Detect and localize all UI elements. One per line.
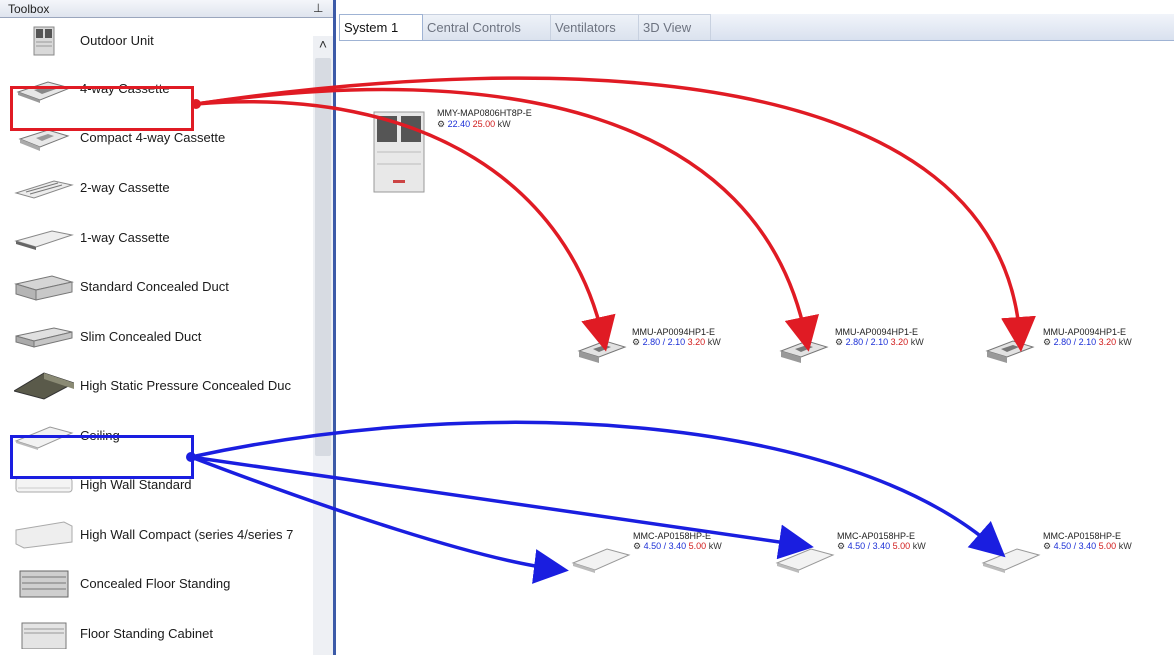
toolbox-header: Toolbox ⊥ (0, 0, 333, 18)
floor-concealed-icon (19, 570, 69, 598)
ceiling-unit-node[interactable]: MMC-AP0158HP-E ⚙ 4.50 / 3.40 5.00 kW (571, 531, 751, 576)
capacity-icon: ⚙ (437, 119, 448, 129)
tab-bar: System 1 Central Controls Ventilators 3D… (339, 14, 1174, 41)
tab-ventilators[interactable]: Ventilators (551, 14, 639, 40)
unit-capacity: ⚙ 2.80 / 2.10 3.20 kW (632, 337, 721, 347)
cassette-unit-node[interactable]: MMU-AP0094HP1-E ⚙ 2.80 / 2.10 3.20 kW (577, 327, 747, 367)
unit-capacity: ⚙ 4.50 / 3.40 5.00 kW (633, 541, 722, 551)
one-way-cassette-icon (14, 230, 74, 250)
standard-duct-icon (14, 275, 74, 301)
outdoor-unit-icon (373, 111, 425, 193)
toolbox-title: Toolbox (8, 2, 50, 16)
toolbox-item-label: High Static Pressure Concealed Duc (80, 378, 291, 393)
toolbox-item-high-wall-compact[interactable]: High Wall Compact (series 4/series 7 (6, 512, 311, 558)
four-way-cassette-icon (985, 340, 1035, 363)
unit-capacity: ⚙ 2.80 / 2.10 3.20 kW (835, 337, 924, 347)
unit-model: MMU-AP0094HP1-E (1043, 327, 1127, 337)
highlight-ceiling (10, 435, 194, 479)
ceiling-unit-icon (981, 548, 1041, 573)
toolbox-item-label: Slim Concealed Duct (80, 329, 202, 344)
unit-model: MMC-AP0158HP-E (837, 531, 916, 541)
unit-model: MMU-AP0094HP1-E (835, 327, 919, 337)
four-way-cassette-icon (779, 340, 829, 363)
toolbox-item-label: Outdoor Unit (80, 33, 154, 48)
slim-duct-icon (15, 327, 73, 348)
unit-model: MMC-AP0158HP-E (1043, 531, 1122, 541)
high-static-duct-icon (14, 372, 74, 400)
unit-capacity: ⚙ 22.40 25.00 kW (437, 119, 511, 129)
unit-model: MMY-MAP0806HT8P-E (437, 108, 532, 118)
unit-model: MMU-AP0094HP1-E (632, 327, 716, 337)
toolbox-item-label: Floor Standing Cabinet (80, 626, 213, 641)
toolbox-item-slim-concealed-duct[interactable]: Slim Concealed Duct (6, 314, 311, 360)
cassette-unit-node[interactable]: MMU-AP0094HP1-E ⚙ 2.80 / 2.10 3.20 kW (985, 327, 1155, 367)
ceiling-unit-node[interactable]: MMC-AP0158HP-E ⚙ 4.50 / 3.40 5.00 kW (775, 531, 955, 576)
four-way-cassette-icon (577, 340, 627, 363)
scroll-up-arrow-icon[interactable]: ˄ (313, 36, 333, 58)
toolbox-item-label: Standard Concealed Duct (80, 279, 229, 294)
unit-capacity: ⚙ 4.50 / 3.40 5.00 kW (1043, 541, 1132, 551)
two-way-cassette-icon (14, 180, 74, 199)
toolbox-item-label: High Wall Standard (80, 477, 192, 492)
ceiling-unit-icon (775, 548, 835, 573)
toolbox-item-concealed-floor-standing[interactable]: Concealed Floor Standing (6, 561, 311, 607)
unit-capacity: ⚙ 2.80 / 2.10 3.20 kW (1043, 337, 1132, 347)
toolbox-item-outdoor-unit[interactable]: Outdoor Unit (6, 18, 311, 64)
unit-model: MMC-AP0158HP-E (633, 531, 712, 541)
toolbox-item-label: Compact 4-way Cassette (80, 130, 226, 145)
capacity-icon: ⚙ (632, 337, 643, 347)
toolbox-item-standard-concealed-duct[interactable]: Standard Concealed Duct (6, 264, 311, 310)
capacity-icon: ⚙ (1043, 541, 1054, 551)
toolbox-item-1-way-cassette[interactable]: 1-way Cassette (6, 215, 311, 261)
toolbox-item-label: High Wall Compact (series 4/series 7 (80, 527, 294, 542)
toolbox-item-label: 2-way Cassette (80, 180, 170, 195)
toolbox-panel: Toolbox ⊥ Outdoor Unit 4-way Cassette Co… (0, 0, 336, 655)
capacity-icon: ⚙ (835, 337, 846, 347)
pin-icon[interactable]: ⊥ (313, 1, 323, 15)
capacity-icon: ⚙ (633, 541, 644, 551)
cassette-unit-node[interactable]: MMU-AP0094HP1-E ⚙ 2.80 / 2.10 3.20 kW (779, 327, 949, 367)
ceiling-unit-node[interactable]: MMC-AP0158HP-E ⚙ 4.50 / 3.40 5.00 kW (981, 531, 1161, 576)
outdoor-unit-node[interactable]: MMY-MAP0806HT8P-E ⚙ 22.40 25.00 kW (369, 104, 629, 194)
toolbox-item-label: Concealed Floor Standing (80, 576, 231, 591)
tab-strip-background (711, 14, 1174, 40)
scroll-thumb[interactable] (315, 58, 331, 456)
high-wall-compact-icon (15, 521, 73, 549)
floor-cabinet-icon (21, 622, 67, 649)
toolbox-item-2-way-cassette[interactable]: 2-way Cassette (6, 165, 311, 211)
toolbox-item-label: 1-way Cassette (80, 230, 170, 245)
ceiling-unit-icon (571, 548, 631, 573)
toolbox-item-floor-standing-cabinet[interactable]: Floor Standing Cabinet (6, 611, 311, 655)
capacity-icon: ⚙ (837, 541, 848, 551)
tab-3d-view[interactable]: 3D View (639, 14, 711, 40)
tab-system-1[interactable]: System 1 (339, 14, 423, 40)
capacity-icon: ⚙ (1043, 337, 1054, 347)
highlight-4-way-cassette (10, 86, 194, 131)
system-diagram-canvas[interactable]: MMY-MAP0806HT8P-E ⚙ 22.40 25.00 kW MMU-A… (339, 41, 1174, 655)
toolbox-item-high-static-duct[interactable]: High Static Pressure Concealed Duc (6, 363, 311, 409)
tab-central-controls[interactable]: Central Controls (423, 14, 551, 40)
unit-capacity: ⚙ 4.50 / 3.40 5.00 kW (837, 541, 926, 551)
outdoor-unit-icon (33, 26, 55, 56)
